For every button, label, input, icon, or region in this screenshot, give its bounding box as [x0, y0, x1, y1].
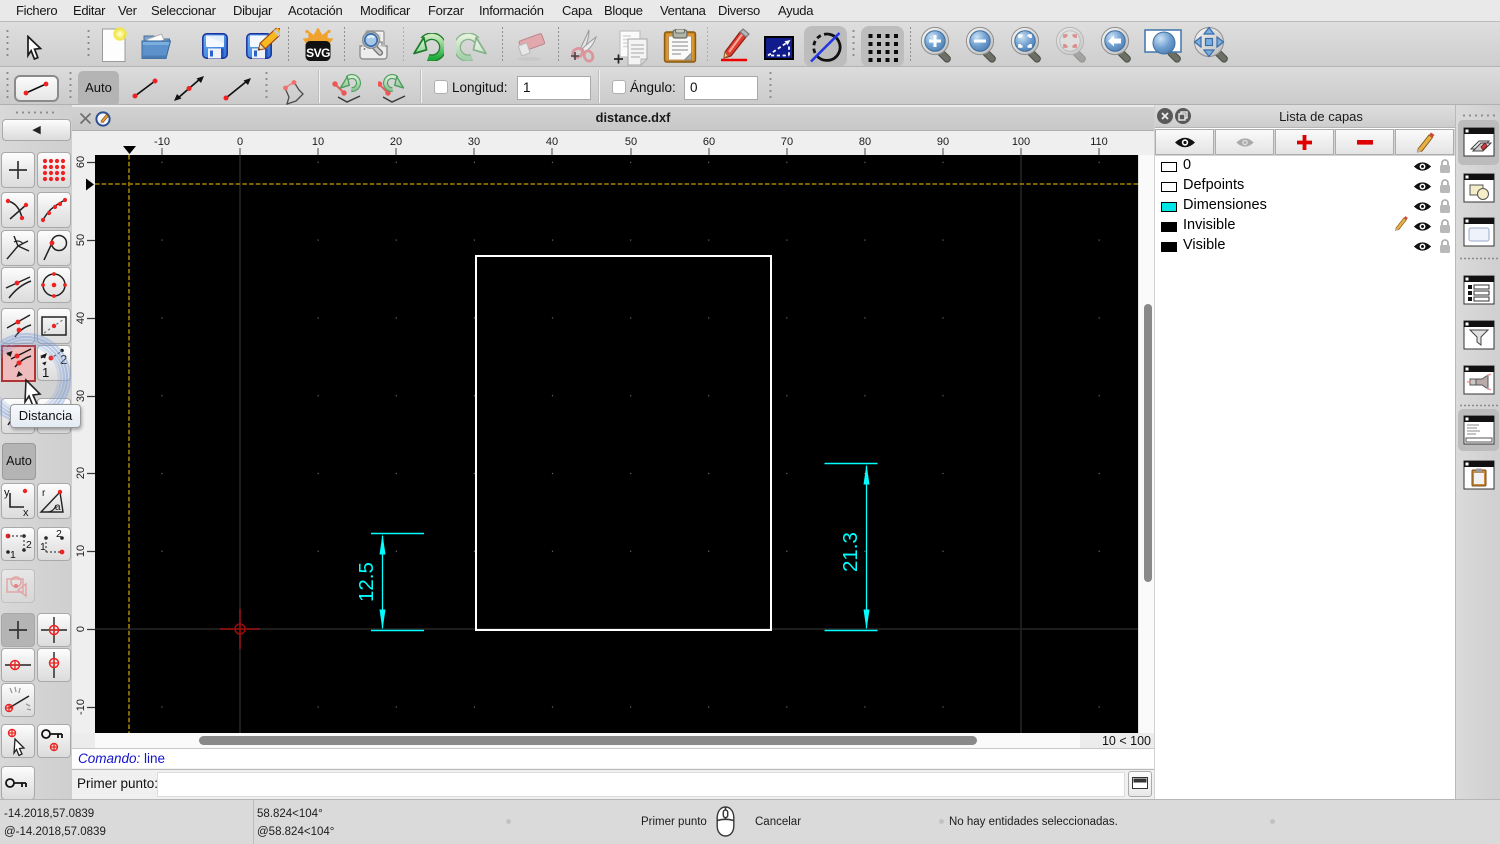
svg-text:40: 40: [546, 136, 558, 148]
svg-text:x: x: [23, 507, 29, 518]
svg-text:SVG: SVG: [306, 46, 330, 60]
svg-text:-10: -10: [75, 699, 87, 715]
svg-text:10: 10: [312, 136, 324, 148]
svg-text:r: r: [42, 488, 46, 499]
svg-text:30: 30: [468, 136, 480, 148]
svg-text:60: 60: [75, 156, 87, 168]
svg-text:50: 50: [625, 136, 637, 148]
svg-text:70: 70: [781, 136, 793, 148]
svg-text:60: 60: [703, 136, 715, 148]
svg-text:1: 1: [40, 541, 46, 553]
svg-text:110: 110: [1090, 136, 1108, 148]
svg-text:80: 80: [859, 136, 871, 148]
svg-text:-10: -10: [154, 136, 170, 148]
svg-text:20: 20: [75, 467, 87, 479]
svg-text:50: 50: [75, 234, 87, 246]
svg-text:2: 2: [56, 528, 62, 540]
svg-text:90: 90: [937, 136, 949, 148]
svg-text:y: y: [4, 487, 10, 499]
svg-text:12.5: 12.5: [355, 562, 378, 602]
svg-text:30: 30: [75, 390, 87, 402]
svg-text:2: 2: [26, 539, 32, 551]
svg-text:0: 0: [237, 136, 243, 148]
svg-text:0: 0: [75, 626, 87, 632]
svg-text:100: 100: [1012, 136, 1030, 148]
svg-text:10: 10: [75, 545, 87, 557]
svg-text:40: 40: [75, 312, 87, 324]
svg-text:21.3: 21.3: [839, 532, 862, 572]
svg-text:a: a: [55, 502, 61, 513]
svg-text:1: 1: [10, 549, 16, 560]
svg-text:20: 20: [390, 136, 402, 148]
